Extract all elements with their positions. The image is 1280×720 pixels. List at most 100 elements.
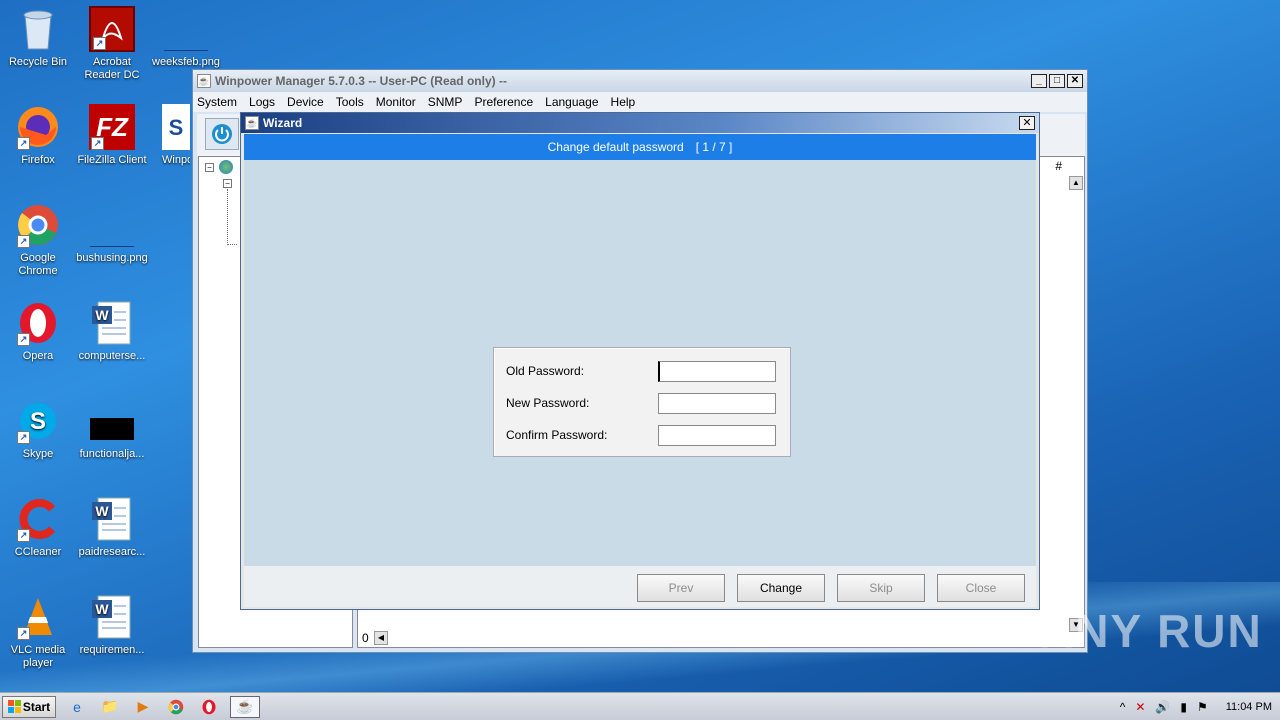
network-icon xyxy=(219,160,233,174)
acrobat-icon: ↗ xyxy=(89,6,135,52)
desktop-icon-label: Google Chrome xyxy=(18,252,58,277)
svg-text:W: W xyxy=(95,307,109,323)
chrome-taskbar-icon[interactable] xyxy=(164,696,188,718)
desktop-icon-label: CCleaner xyxy=(14,546,62,558)
java-app-icon: ☕ xyxy=(245,116,259,130)
old-password-row: Old Password: xyxy=(506,360,784,382)
prev-button[interactable]: Prev xyxy=(637,574,725,602)
wizard-step-counter: [ 1 / 7 ] xyxy=(695,140,733,154)
skip-button[interactable]: Skip xyxy=(837,574,925,602)
scroll-left-button[interactable]: ◀ xyxy=(374,631,388,645)
desktop-icon-chrome[interactable]: ↗ Google Chrome xyxy=(0,202,76,278)
wizard-step-header: Change default password [ 1 / 7 ] xyxy=(244,134,1036,160)
svg-text:W: W xyxy=(95,601,109,617)
confirm-password-row: Confirm Password: xyxy=(506,424,784,446)
ie-icon[interactable]: e xyxy=(65,696,89,718)
image-file-icon xyxy=(89,202,135,248)
menu-tools[interactable]: Tools xyxy=(336,95,364,109)
shortcut-arrow-icon: ↗ xyxy=(17,333,30,346)
opera-icon: ↗ xyxy=(15,300,61,346)
main-menubar: System Logs Device Tools Monitor SNMP Pr… xyxy=(193,92,1087,112)
desktop-icon-label: weeksfeb.png xyxy=(152,56,220,68)
scroll-up-button[interactable]: ▲ xyxy=(1069,176,1083,190)
desktop-icon-label: Firefox xyxy=(21,154,55,166)
word-doc-icon: W xyxy=(89,496,135,542)
desktop-icon-label: Recycle Bin xyxy=(8,56,68,68)
opera-taskbar-icon[interactable] xyxy=(197,696,221,718)
menu-device[interactable]: Device xyxy=(287,95,324,109)
desktop-icon-acrobat[interactable]: ↗ Acrobat Reader DC xyxy=(74,6,150,82)
wizard-dialog: ☕ Wizard ✕ Change default password [ 1 /… xyxy=(240,112,1040,610)
new-password-label: New Password: xyxy=(506,396,590,410)
desktop-icon-firefox[interactable]: ↗ Firefox xyxy=(0,104,76,167)
wizard-close-icon[interactable]: ✕ xyxy=(1019,116,1035,130)
column-header[interactable]: # xyxy=(1055,159,1062,173)
start-button[interactable]: Start xyxy=(2,695,56,718)
wizard-title: Wizard xyxy=(263,116,303,130)
confirm-password-field[interactable] xyxy=(658,424,776,446)
shortcut-arrow-icon: ↗ xyxy=(93,37,106,50)
menu-language[interactable]: Language xyxy=(545,95,598,109)
menu-help[interactable]: Help xyxy=(611,95,636,109)
new-password-field[interactable] xyxy=(658,392,776,414)
desktop-icon-weeksfeb[interactable]: weeksfeb.png xyxy=(148,6,224,69)
menu-preference[interactable]: Preference xyxy=(474,95,533,109)
winpower-taskbar-button[interactable]: ☕ xyxy=(230,695,260,718)
maximize-button[interactable]: □ xyxy=(1049,74,1065,88)
tree-expand-icon[interactable]: − xyxy=(205,163,214,172)
desktop-icon-computerse[interactable]: W computerse... xyxy=(74,300,150,363)
shortcut-arrow-icon: ↗ xyxy=(91,137,104,150)
menu-logs[interactable]: Logs xyxy=(249,95,275,109)
confirm-password-label: Confirm Password: xyxy=(506,428,608,442)
java-app-icon: ☕ xyxy=(197,74,211,88)
power-button[interactable] xyxy=(205,118,239,150)
shortcut-arrow-icon: ↗ xyxy=(17,529,30,542)
page-number: 0 xyxy=(362,631,369,645)
old-password-field[interactable] xyxy=(658,360,776,382)
desktop-icon-paidresearch[interactable]: W paidresearc... xyxy=(74,496,150,559)
desktop-icon-skype[interactable]: S ↗ Skype xyxy=(0,398,76,461)
action-center-flag-icon[interactable]: ⚑ xyxy=(1197,700,1208,714)
clock[interactable]: 11:04 PM xyxy=(1226,701,1272,713)
word-doc-icon: W xyxy=(89,300,135,346)
desktop-icon-winpower[interactable]: S Winpo xyxy=(140,104,190,167)
firefox-icon: ↗ xyxy=(15,104,61,150)
wizard-body: Old Password: New Password: Confirm Pass… xyxy=(244,160,1036,566)
wizard-footer: Prev Change Skip Close xyxy=(244,566,1036,607)
desktop-icon-requirements[interactable]: W requiremen... xyxy=(74,594,150,657)
desktop-icon-ccleaner[interactable]: ↗ CCleaner xyxy=(0,496,76,559)
change-button[interactable]: Change xyxy=(737,574,825,602)
volume-icon[interactable]: 🔊 xyxy=(1155,700,1170,714)
desktop-icon-label: functionalja... xyxy=(79,448,145,460)
desktop-icon-label: Opera xyxy=(22,350,54,362)
desktop-icon-functionalja[interactable]: functionalja... xyxy=(74,398,150,461)
menu-system[interactable]: System xyxy=(197,95,237,109)
desktop-icon-opera[interactable]: ↗ Opera xyxy=(0,300,76,363)
word-doc-icon: W xyxy=(89,594,135,640)
desktop-icon-label: VLC media player xyxy=(10,644,66,669)
desktop-icon-label: Skype xyxy=(22,448,54,460)
windows-logo-icon xyxy=(7,700,21,713)
taskbar: Start e 📁 ▶ ☕ ^ ✕ 🔊 ▮ ⚑ 11:04 PM xyxy=(0,692,1280,720)
desktop-icon-vlc[interactable]: ↗ VLC media player xyxy=(0,594,76,670)
close-window-button[interactable]: ✕ xyxy=(1067,74,1083,88)
media-player-icon[interactable]: ▶ xyxy=(131,696,155,718)
menu-snmp[interactable]: SNMP xyxy=(428,95,463,109)
desktop-icon-label: computerse... xyxy=(78,350,146,362)
vlc-icon: ↗ xyxy=(15,594,61,640)
desktop-icon-filezilla[interactable]: FZ ↗ FileZilla Client xyxy=(74,104,150,167)
chrome-icon: ↗ xyxy=(15,202,61,248)
desktop-icon-recycle-bin[interactable]: Recycle Bin xyxy=(0,6,76,69)
network-error-icon[interactable]: ✕ xyxy=(1135,700,1145,714)
tray-expand-icon[interactable]: ^ xyxy=(1120,700,1126,714)
power-tray-icon[interactable]: ▮ xyxy=(1180,700,1187,714)
menu-monitor[interactable]: Monitor xyxy=(376,95,416,109)
minimize-button[interactable]: _ xyxy=(1031,74,1047,88)
tree-expand-icon[interactable]: − xyxy=(223,179,232,188)
desktop-icon-bushusing[interactable]: bushusing.png xyxy=(74,202,150,265)
explorer-folder-icon[interactable]: 📁 xyxy=(98,696,122,718)
wizard-step-title: Change default password xyxy=(547,140,684,154)
close-button[interactable]: Close xyxy=(937,574,1025,602)
wizard-titlebar: ☕ Wizard xyxy=(241,113,1039,133)
shortcut-arrow-icon: ↗ xyxy=(17,627,30,640)
